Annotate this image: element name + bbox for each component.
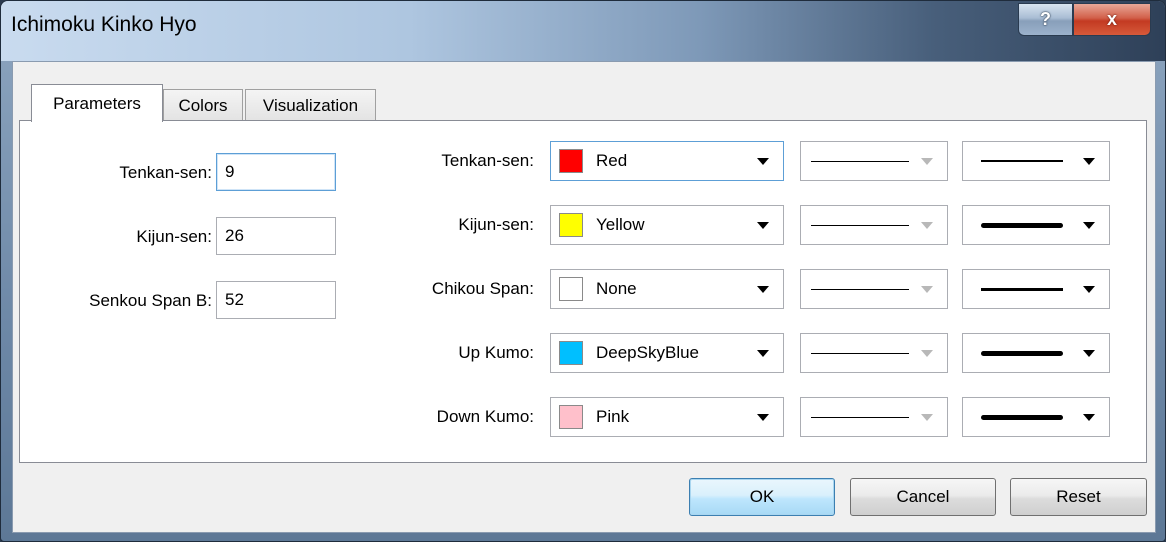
chevron-down-icon bbox=[757, 285, 769, 293]
chikou-style-select[interactable] bbox=[800, 269, 948, 309]
tab-label: Parameters bbox=[53, 93, 141, 113]
cancel-button[interactable]: Cancel bbox=[850, 478, 996, 516]
tenkan-period-input[interactable]: 9 bbox=[216, 153, 336, 191]
tab-visualization[interactable]: Visualization bbox=[245, 89, 376, 121]
line-width-sample bbox=[981, 287, 1063, 291]
tab-label: Visualization bbox=[262, 95, 359, 115]
down-kumo-width-select[interactable] bbox=[962, 397, 1110, 437]
chevron-down-icon bbox=[1083, 349, 1095, 357]
chikou-color-label: Chikou Span: bbox=[431, 279, 534, 298]
color-swatch bbox=[559, 213, 583, 237]
tab-label: Colors bbox=[178, 95, 228, 115]
dialog-window: Ichimoku Kinko Hyo ? x Parameters Colors… bbox=[0, 0, 1166, 542]
up-kumo-color-label: Up Kumo: bbox=[458, 343, 534, 362]
chevron-down-icon bbox=[921, 285, 933, 293]
color-swatch bbox=[559, 149, 583, 173]
close-button[interactable]: x bbox=[1073, 3, 1151, 36]
line-style-sample bbox=[811, 224, 909, 226]
tenkan-color-label: Tenkan-sen: bbox=[441, 151, 534, 170]
chevron-down-icon bbox=[1083, 285, 1095, 293]
chevron-down-icon bbox=[921, 221, 933, 229]
chikou-color-select[interactable]: None bbox=[550, 269, 784, 309]
chevron-down-icon bbox=[1083, 157, 1095, 165]
down-kumo-color-select[interactable]: Pink bbox=[550, 397, 784, 437]
chevron-down-icon bbox=[757, 157, 769, 165]
line-width-sample bbox=[981, 414, 1063, 420]
chevron-down-icon bbox=[757, 349, 769, 357]
color-name: Red bbox=[596, 151, 628, 170]
kijun-color-select[interactable]: Yellow bbox=[550, 205, 784, 245]
color-swatch bbox=[559, 277, 583, 301]
kijun-color-label: Kijun-sen: bbox=[458, 215, 534, 234]
tab-colors[interactable]: Colors bbox=[163, 89, 243, 121]
down-kumo-color-label: Down Kumo: bbox=[436, 407, 534, 426]
ok-button[interactable]: OK bbox=[689, 478, 835, 516]
help-button[interactable]: ? bbox=[1018, 3, 1073, 36]
up-kumo-style-select[interactable] bbox=[800, 333, 948, 373]
tenkan-style-select[interactable] bbox=[800, 141, 948, 181]
chevron-down-icon bbox=[921, 413, 933, 421]
chevron-down-icon bbox=[921, 157, 933, 165]
down-kumo-style-select[interactable] bbox=[800, 397, 948, 437]
tenkan-period-label: Tenkan-sen: bbox=[119, 163, 212, 182]
help-icon: ? bbox=[1040, 9, 1051, 29]
window-title: Ichimoku Kinko Hyo bbox=[11, 13, 197, 36]
tenkan-color-select[interactable]: Red bbox=[550, 141, 784, 181]
dialog-client-area: Parameters Colors Visualization Tenkan-s… bbox=[12, 61, 1156, 533]
color-name: Pink bbox=[596, 407, 630, 426]
color-name: None bbox=[596, 279, 637, 298]
line-width-sample bbox=[981, 160, 1063, 162]
senkou-period-label: Senkou Span B: bbox=[89, 291, 212, 310]
chikou-width-select[interactable] bbox=[962, 269, 1110, 309]
chevron-down-icon bbox=[1083, 413, 1095, 421]
tab-parameters[interactable]: Parameters bbox=[31, 84, 163, 122]
tenkan-width-select[interactable] bbox=[962, 141, 1110, 181]
line-width-sample bbox=[981, 350, 1063, 356]
kijun-width-select[interactable] bbox=[962, 205, 1110, 245]
line-width-sample bbox=[981, 222, 1063, 228]
kijun-period-label: Kijun-sen: bbox=[136, 227, 212, 246]
parameters-tab-panel: Tenkan-sen: 9 Kijun-sen: 26 Senkou Span … bbox=[19, 120, 1147, 463]
senkou-period-input[interactable]: 52 bbox=[216, 281, 336, 319]
chevron-down-icon bbox=[757, 221, 769, 229]
kijun-style-select[interactable] bbox=[800, 205, 948, 245]
close-icon: x bbox=[1106, 9, 1117, 29]
line-style-sample bbox=[811, 288, 909, 290]
line-style-sample bbox=[811, 352, 909, 354]
color-name: DeepSkyBlue bbox=[596, 343, 700, 362]
color-swatch bbox=[559, 405, 583, 429]
kijun-period-input[interactable]: 26 bbox=[216, 217, 336, 255]
color-swatch bbox=[559, 341, 583, 365]
up-kumo-width-select[interactable] bbox=[962, 333, 1110, 373]
line-style-sample bbox=[811, 160, 909, 162]
reset-button[interactable]: Reset bbox=[1010, 478, 1147, 516]
chevron-down-icon bbox=[921, 349, 933, 357]
up-kumo-color-select[interactable]: DeepSkyBlue bbox=[550, 333, 784, 373]
chevron-down-icon bbox=[757, 413, 769, 421]
color-name: Yellow bbox=[596, 215, 645, 234]
chevron-down-icon bbox=[1083, 221, 1095, 229]
line-style-sample bbox=[811, 416, 909, 418]
title-bar[interactable]: Ichimoku Kinko Hyo ? x bbox=[1, 1, 1165, 61]
